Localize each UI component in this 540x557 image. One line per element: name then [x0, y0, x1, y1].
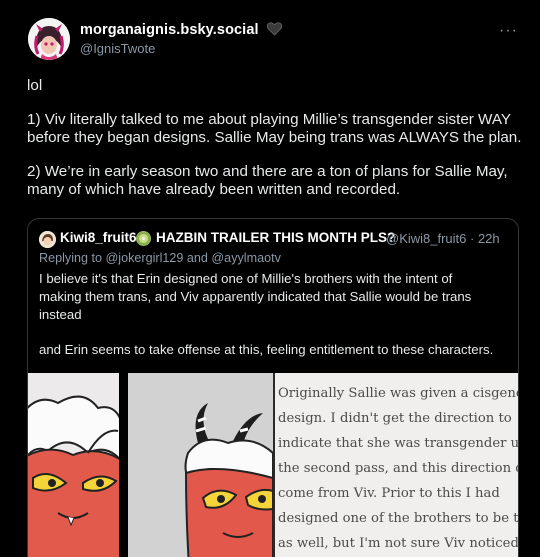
- quoted-post-card[interactable]: Kiwi8_fruit6 HAZBIN TRAILER THIS MONTH P…: [27, 218, 519, 557]
- author-avatar[interactable]: [28, 18, 70, 60]
- post-text-line: many of which have already been written …: [27, 181, 401, 198]
- quote-text-line: and Erin seems to take offense at this, …: [39, 342, 494, 357]
- post-text-line: 2) We’re in early season two and there a…: [27, 163, 508, 180]
- quote-image-document[interactable]: Originally Sallie was given a cisgender …: [273, 373, 519, 557]
- quote-text-line: I believe it's that Erin designed one of…: [39, 271, 453, 286]
- document-text-line: as well, but I'm not sure Viv noticed as: [278, 536, 519, 551]
- author-handle[interactable]: @IgnisTwote: [80, 41, 155, 56]
- quote-image-character-1[interactable]: [28, 373, 119, 557]
- quote-image-character-2[interactable]: [128, 373, 273, 557]
- quote-author-name[interactable]: Kiwi8_fruit6: [60, 230, 137, 245]
- document-text-line: Originally Sallie was given a cisgender: [278, 386, 519, 401]
- quote-text-line: making them trans, and Viv apparently in…: [39, 289, 472, 304]
- ellipsis-icon[interactable]: ···: [499, 22, 518, 40]
- quote-handle-time[interactable]: @Kiwi8_fruit6 · 22h: [386, 231, 500, 246]
- author-display-name[interactable]: morganaignis.bsky.social: [80, 22, 282, 40]
- quote-text-line: instead: [39, 307, 82, 322]
- post-text-line: 1) Viv literally talked to me about play…: [27, 111, 511, 128]
- post-text-line: lol: [27, 77, 43, 94]
- post: morganaignis.bsky.social @IgnisTwote ···…: [0, 0, 540, 557]
- document-text-line: design. I didn't get the direction to: [278, 411, 512, 426]
- black-heart-icon: [266, 22, 282, 40]
- document-text-line: indicate that she was transgender until: [278, 436, 519, 451]
- author-display-name-text[interactable]: morganaignis.bsky.social: [80, 22, 259, 38]
- quote-author-title: HAZBIN TRAILER THIS MONTH PLS?: [156, 230, 396, 245]
- document-text-line: designed one of the brothers to be trans: [278, 511, 519, 526]
- quote-author-avatar[interactable]: [39, 231, 56, 248]
- document-text-line: come from Viv. Prior to this I had: [278, 486, 500, 501]
- post-text-line: before they began designs. Sallie May be…: [27, 129, 522, 146]
- quote-replying-to[interactable]: Replying to @jokergirl129 and @ayylmaotv: [39, 251, 281, 265]
- document-text-line: the second pass, and this direction did: [278, 461, 519, 476]
- kiwi-emoji-icon: [136, 231, 151, 246]
